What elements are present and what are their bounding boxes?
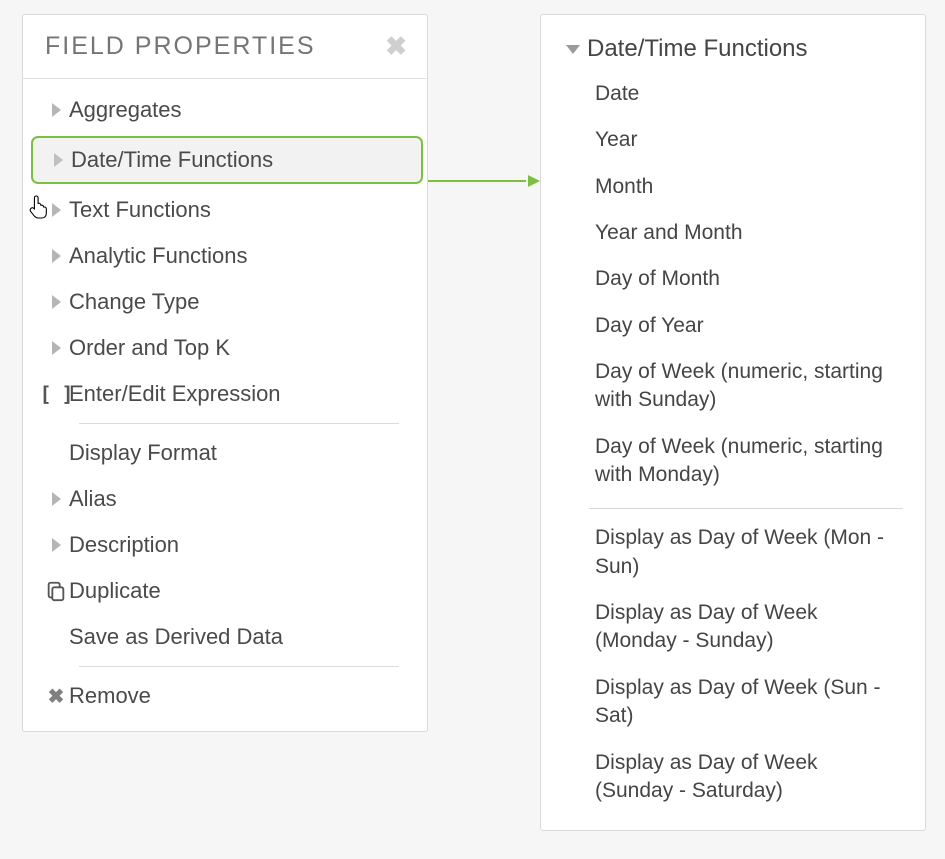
caret-right-icon: [43, 203, 69, 217]
link-arrow-icon: [428, 175, 540, 187]
submenu-header[interactable]: Date/Time Functions: [541, 25, 925, 71]
submenu-item[interactable]: Display as Day of Week (Monday - Sunday): [541, 590, 925, 665]
menu-change-type[interactable]: Change Type: [23, 279, 427, 325]
caret-right-icon: [43, 538, 69, 552]
menu-label: Aggregates: [69, 97, 182, 123]
submenu-item[interactable]: Year and Month: [541, 210, 925, 256]
submenu-item[interactable]: Display as Day of Week (Sun - Sat): [541, 665, 925, 740]
duplicate-icon: [43, 580, 69, 602]
caret-right-icon: [45, 153, 71, 167]
panel-header: FIELD PROPERTIES ✖: [23, 15, 427, 79]
submenu-item[interactable]: Day of Year: [541, 303, 925, 349]
menu-display-format[interactable]: Display Format: [23, 430, 427, 476]
menu-label: Analytic Functions: [69, 243, 248, 269]
caret-right-icon: [43, 249, 69, 263]
menu-label: Text Functions: [69, 197, 211, 223]
field-properties-menu: Aggregates Date/Time Functions Text Func…: [23, 79, 427, 731]
submenu-item[interactable]: Display as Day of Week (Mon - Sun): [541, 515, 925, 590]
menu-label: Alias: [69, 486, 117, 512]
close-icon[interactable]: ✖: [385, 31, 407, 62]
caret-down-icon: [559, 45, 587, 54]
menu-label: Description: [69, 532, 179, 558]
separator: [79, 666, 399, 667]
menu-description[interactable]: Description: [23, 522, 427, 568]
menu-remove[interactable]: ✖ Remove: [23, 673, 427, 719]
submenu-item[interactable]: Year: [541, 117, 925, 163]
remove-x-icon: ✖: [43, 684, 69, 709]
menu-label: Order and Top K: [69, 335, 230, 361]
menu-aggregates[interactable]: Aggregates: [23, 87, 427, 133]
date-time-functions-panel: Date/Time Functions DateYearMonthYear an…: [540, 14, 926, 831]
caret-right-icon: [43, 295, 69, 309]
separator: [589, 508, 903, 509]
menu-enter-edit-expression[interactable]: [ ] Enter/Edit Expression: [23, 371, 427, 417]
menu-label: Save as Derived Data: [69, 624, 283, 650]
field-properties-panel: FIELD PROPERTIES ✖ Aggregates Date/Time …: [22, 14, 428, 732]
submenu-title: Date/Time Functions: [587, 35, 808, 63]
submenu-list-main: DateYearMonthYear and MonthDay of MonthD…: [541, 71, 925, 498]
caret-right-icon: [43, 103, 69, 117]
separator: [79, 423, 399, 424]
menu-order-top-k[interactable]: Order and Top K: [23, 325, 427, 371]
brackets-icon: [ ]: [43, 382, 69, 406]
menu-label: Enter/Edit Expression: [69, 381, 281, 407]
caret-right-icon: [43, 341, 69, 355]
submenu-item[interactable]: Month: [541, 164, 925, 210]
menu-label: Display Format: [69, 440, 217, 466]
menu-save-derived-data[interactable]: Save as Derived Data: [23, 614, 427, 660]
menu-label: Remove: [69, 683, 151, 709]
menu-text-functions[interactable]: Text Functions: [23, 187, 427, 233]
panel-title: FIELD PROPERTIES: [45, 32, 316, 61]
submenu-item[interactable]: Display as Day of Week (Sunday - Saturda…: [541, 740, 925, 815]
menu-alias[interactable]: Alias: [23, 476, 427, 522]
submenu-item[interactable]: Date: [541, 71, 925, 117]
caret-right-icon: [43, 492, 69, 506]
menu-label: Date/Time Functions: [71, 147, 273, 173]
menu-duplicate[interactable]: Duplicate: [23, 568, 427, 614]
submenu-item[interactable]: Day of Week (numeric, starting with Sund…: [541, 349, 925, 424]
submenu-list-display: Display as Day of Week (Mon - Sun)Displa…: [541, 515, 925, 814]
submenu-item[interactable]: Day of Month: [541, 256, 925, 302]
submenu-item[interactable]: Day of Week (numeric, starting with Mond…: [541, 424, 925, 499]
menu-date-time-functions[interactable]: Date/Time Functions: [31, 136, 423, 184]
menu-label: Change Type: [69, 289, 199, 315]
menu-label: Duplicate: [69, 578, 161, 604]
menu-analytic-functions[interactable]: Analytic Functions: [23, 233, 427, 279]
